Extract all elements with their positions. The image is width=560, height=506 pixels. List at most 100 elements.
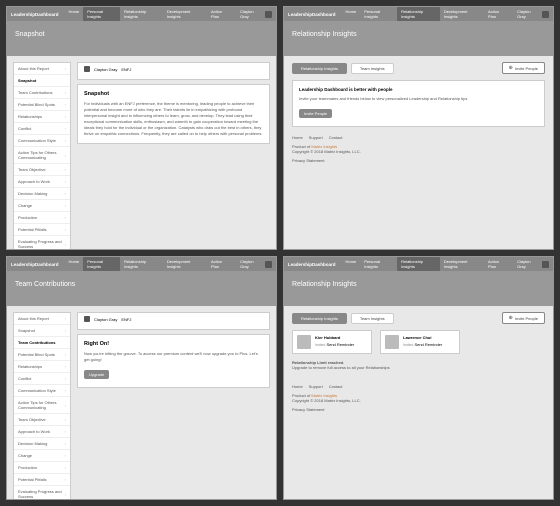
- sidebar-item[interactable]: Potential Pitfalls›: [14, 474, 70, 486]
- nav-action[interactable]: Action Plan: [207, 7, 234, 21]
- sidebar-item[interactable]: Change›: [14, 200, 70, 212]
- footer-link[interactable]: Contact: [329, 384, 343, 389]
- person-pill: Clayton Gray ENFJ: [84, 66, 263, 72]
- sidebar-item[interactable]: Decision Making›: [14, 188, 70, 200]
- sidebar-item[interactable]: Potential Blind Spots›: [14, 349, 70, 361]
- nav-personal[interactable]: Personal Insights: [360, 257, 397, 271]
- invite-button[interactable]: ⊕Invite People: [502, 62, 545, 74]
- nav-development[interactable]: Development Insights: [440, 257, 484, 271]
- brand[interactable]: LeadershipDashboard: [288, 12, 336, 17]
- page-title: Relationship Insights: [284, 21, 553, 56]
- panel-relationship-people: LeadershipDashboard Home Personal Insigh…: [283, 256, 554, 500]
- avatar-icon: [265, 261, 272, 268]
- sidebar-item[interactable]: Team Contributions›: [14, 87, 70, 99]
- nav: Home Personal Insights Relationship Insi…: [65, 7, 235, 21]
- avatar-icon: [385, 335, 399, 349]
- user-menu[interactable]: Clayton Gray: [240, 9, 272, 19]
- sidebar-item[interactable]: About this Report›: [14, 313, 70, 325]
- sidebar-item[interactable]: About this Report›: [14, 63, 70, 75]
- nav-relationship[interactable]: Relationship Insights: [397, 7, 440, 21]
- sidebar-item[interactable]: Team Objective›: [14, 414, 70, 426]
- empty-state: Leadership Dashboard is better with peop…: [292, 80, 545, 127]
- send-reminder-link[interactable]: Send Reminder: [326, 342, 354, 347]
- sidebar-item[interactable]: Conflict›: [14, 123, 70, 135]
- user-menu[interactable]: Clayton Gray: [240, 259, 272, 269]
- sidebar-item[interactable]: Production›: [14, 462, 70, 474]
- sidebar-item[interactable]: Potential Pitfalls›: [14, 224, 70, 236]
- nav-development[interactable]: Development Insights: [163, 257, 207, 271]
- footer-link[interactable]: Home: [292, 135, 303, 140]
- sidebar-item[interactable]: Action Tips for Others Communicating›: [14, 397, 70, 414]
- nav-home[interactable]: Home: [65, 257, 84, 271]
- sidebar-item[interactable]: Snapshot›: [14, 325, 70, 337]
- sidebar-item[interactable]: Snapshot: [14, 75, 70, 87]
- sidebar: About this Report› Snapshot› Team Contri…: [13, 312, 71, 500]
- tab-team[interactable]: Team Insights: [351, 63, 394, 74]
- plus-icon: ⊕: [509, 315, 513, 321]
- privacy-link[interactable]: Privacy Statement: [292, 407, 545, 412]
- panel-team-contributions: LeadershipDashboard Home Personal Insigh…: [6, 256, 277, 500]
- sidebar-item[interactable]: Change›: [14, 450, 70, 462]
- person-name: Clayton Gray: [94, 317, 117, 322]
- footer-link[interactable]: Home: [292, 384, 303, 389]
- topbar: LeadershipDashboard Home Personal Insigh…: [7, 7, 276, 21]
- person-card[interactable]: Lawrence Choi Invited Send Reminder: [380, 330, 460, 354]
- nav-relationship[interactable]: Relationship Insights: [397, 257, 440, 271]
- sidebar-item[interactable]: Communication Style›: [14, 135, 70, 147]
- user-menu[interactable]: Clayton Gray: [517, 259, 549, 269]
- nav-home[interactable]: Home: [65, 7, 84, 21]
- nav-personal[interactable]: Personal Insights: [360, 7, 397, 21]
- person-name: Clayton Gray: [94, 67, 117, 72]
- empty-body: Invite your teammates and friends below …: [299, 96, 538, 102]
- nav-action[interactable]: Action Plan: [484, 7, 511, 21]
- nav-personal[interactable]: Personal Insights: [83, 257, 120, 271]
- brand[interactable]: LeadershipDashboard: [11, 262, 59, 267]
- upgrade-button[interactable]: Upgrade: [84, 370, 109, 379]
- nav-development[interactable]: Development Insights: [163, 7, 207, 21]
- sidebar-item[interactable]: Team Contributions: [14, 337, 70, 349]
- sidebar-item[interactable]: Evaluating Progress and Success›: [14, 236, 70, 250]
- send-reminder-link[interactable]: Send Reminder: [414, 342, 442, 347]
- sidebar-item[interactable]: Relationships›: [14, 111, 70, 123]
- avatar-icon: [265, 11, 272, 18]
- user-menu[interactable]: Clayton Gray: [517, 9, 549, 19]
- sidebar-item[interactable]: Action Tips for Others Communicating›: [14, 147, 70, 164]
- nav-relationship[interactable]: Relationship Insights: [120, 7, 163, 21]
- person-card[interactable]: Kier Hubbard Invited Send Reminder: [292, 330, 372, 354]
- nav-action[interactable]: Action Plan: [484, 257, 511, 271]
- nav-personal[interactable]: Personal Insights: [83, 7, 120, 21]
- nav-development[interactable]: Development Insights: [440, 7, 484, 21]
- brand[interactable]: LeadershipDashboard: [11, 12, 59, 17]
- avatar-icon: [297, 335, 311, 349]
- sidebar-item[interactable]: Relationships›: [14, 361, 70, 373]
- person-name: Lawrence Choi: [403, 335, 442, 340]
- sidebar-item[interactable]: Communication Style›: [14, 385, 70, 397]
- page-title: Relationship Insights: [284, 271, 553, 306]
- nav-action[interactable]: Action Plan: [207, 257, 234, 271]
- avatar-icon: [84, 66, 90, 72]
- tab-relationship[interactable]: Relationship Insights: [292, 63, 347, 74]
- sidebar-item[interactable]: Potential Blind Spots›: [14, 99, 70, 111]
- footer-link[interactable]: Support: [309, 384, 323, 389]
- footer-link[interactable]: Support: [309, 135, 323, 140]
- sidebar-item[interactable]: Approach to Work›: [14, 176, 70, 188]
- sidebar-item[interactable]: Decision Making›: [14, 438, 70, 450]
- tab-relationship[interactable]: Relationship Insights: [292, 313, 347, 324]
- invite-button[interactable]: ⊕Invite People: [502, 312, 545, 324]
- privacy-link[interactable]: Privacy Statement: [292, 158, 545, 163]
- person-type: ENFJ: [121, 67, 131, 72]
- tab-team[interactable]: Team Insights: [351, 313, 394, 324]
- sidebar-item[interactable]: Production›: [14, 212, 70, 224]
- brand[interactable]: LeadershipDashboard: [288, 262, 336, 267]
- sidebar-item[interactable]: Team Objective›: [14, 164, 70, 176]
- status-badge: Invited: [403, 343, 413, 347]
- sidebar-item[interactable]: Conflict›: [14, 373, 70, 385]
- panel-relationship-empty: LeadershipDashboard Home Personal Insigh…: [283, 6, 554, 250]
- nav-home[interactable]: Home: [342, 257, 361, 271]
- nav-relationship[interactable]: Relationship Insights: [120, 257, 163, 271]
- nav-home[interactable]: Home: [342, 7, 361, 21]
- sidebar-item[interactable]: Approach to Work›: [14, 426, 70, 438]
- footer-link[interactable]: Contact: [329, 135, 343, 140]
- invite-people-button[interactable]: Invite People: [299, 109, 332, 118]
- sidebar-item[interactable]: Evaluating Progress and Success›: [14, 486, 70, 500]
